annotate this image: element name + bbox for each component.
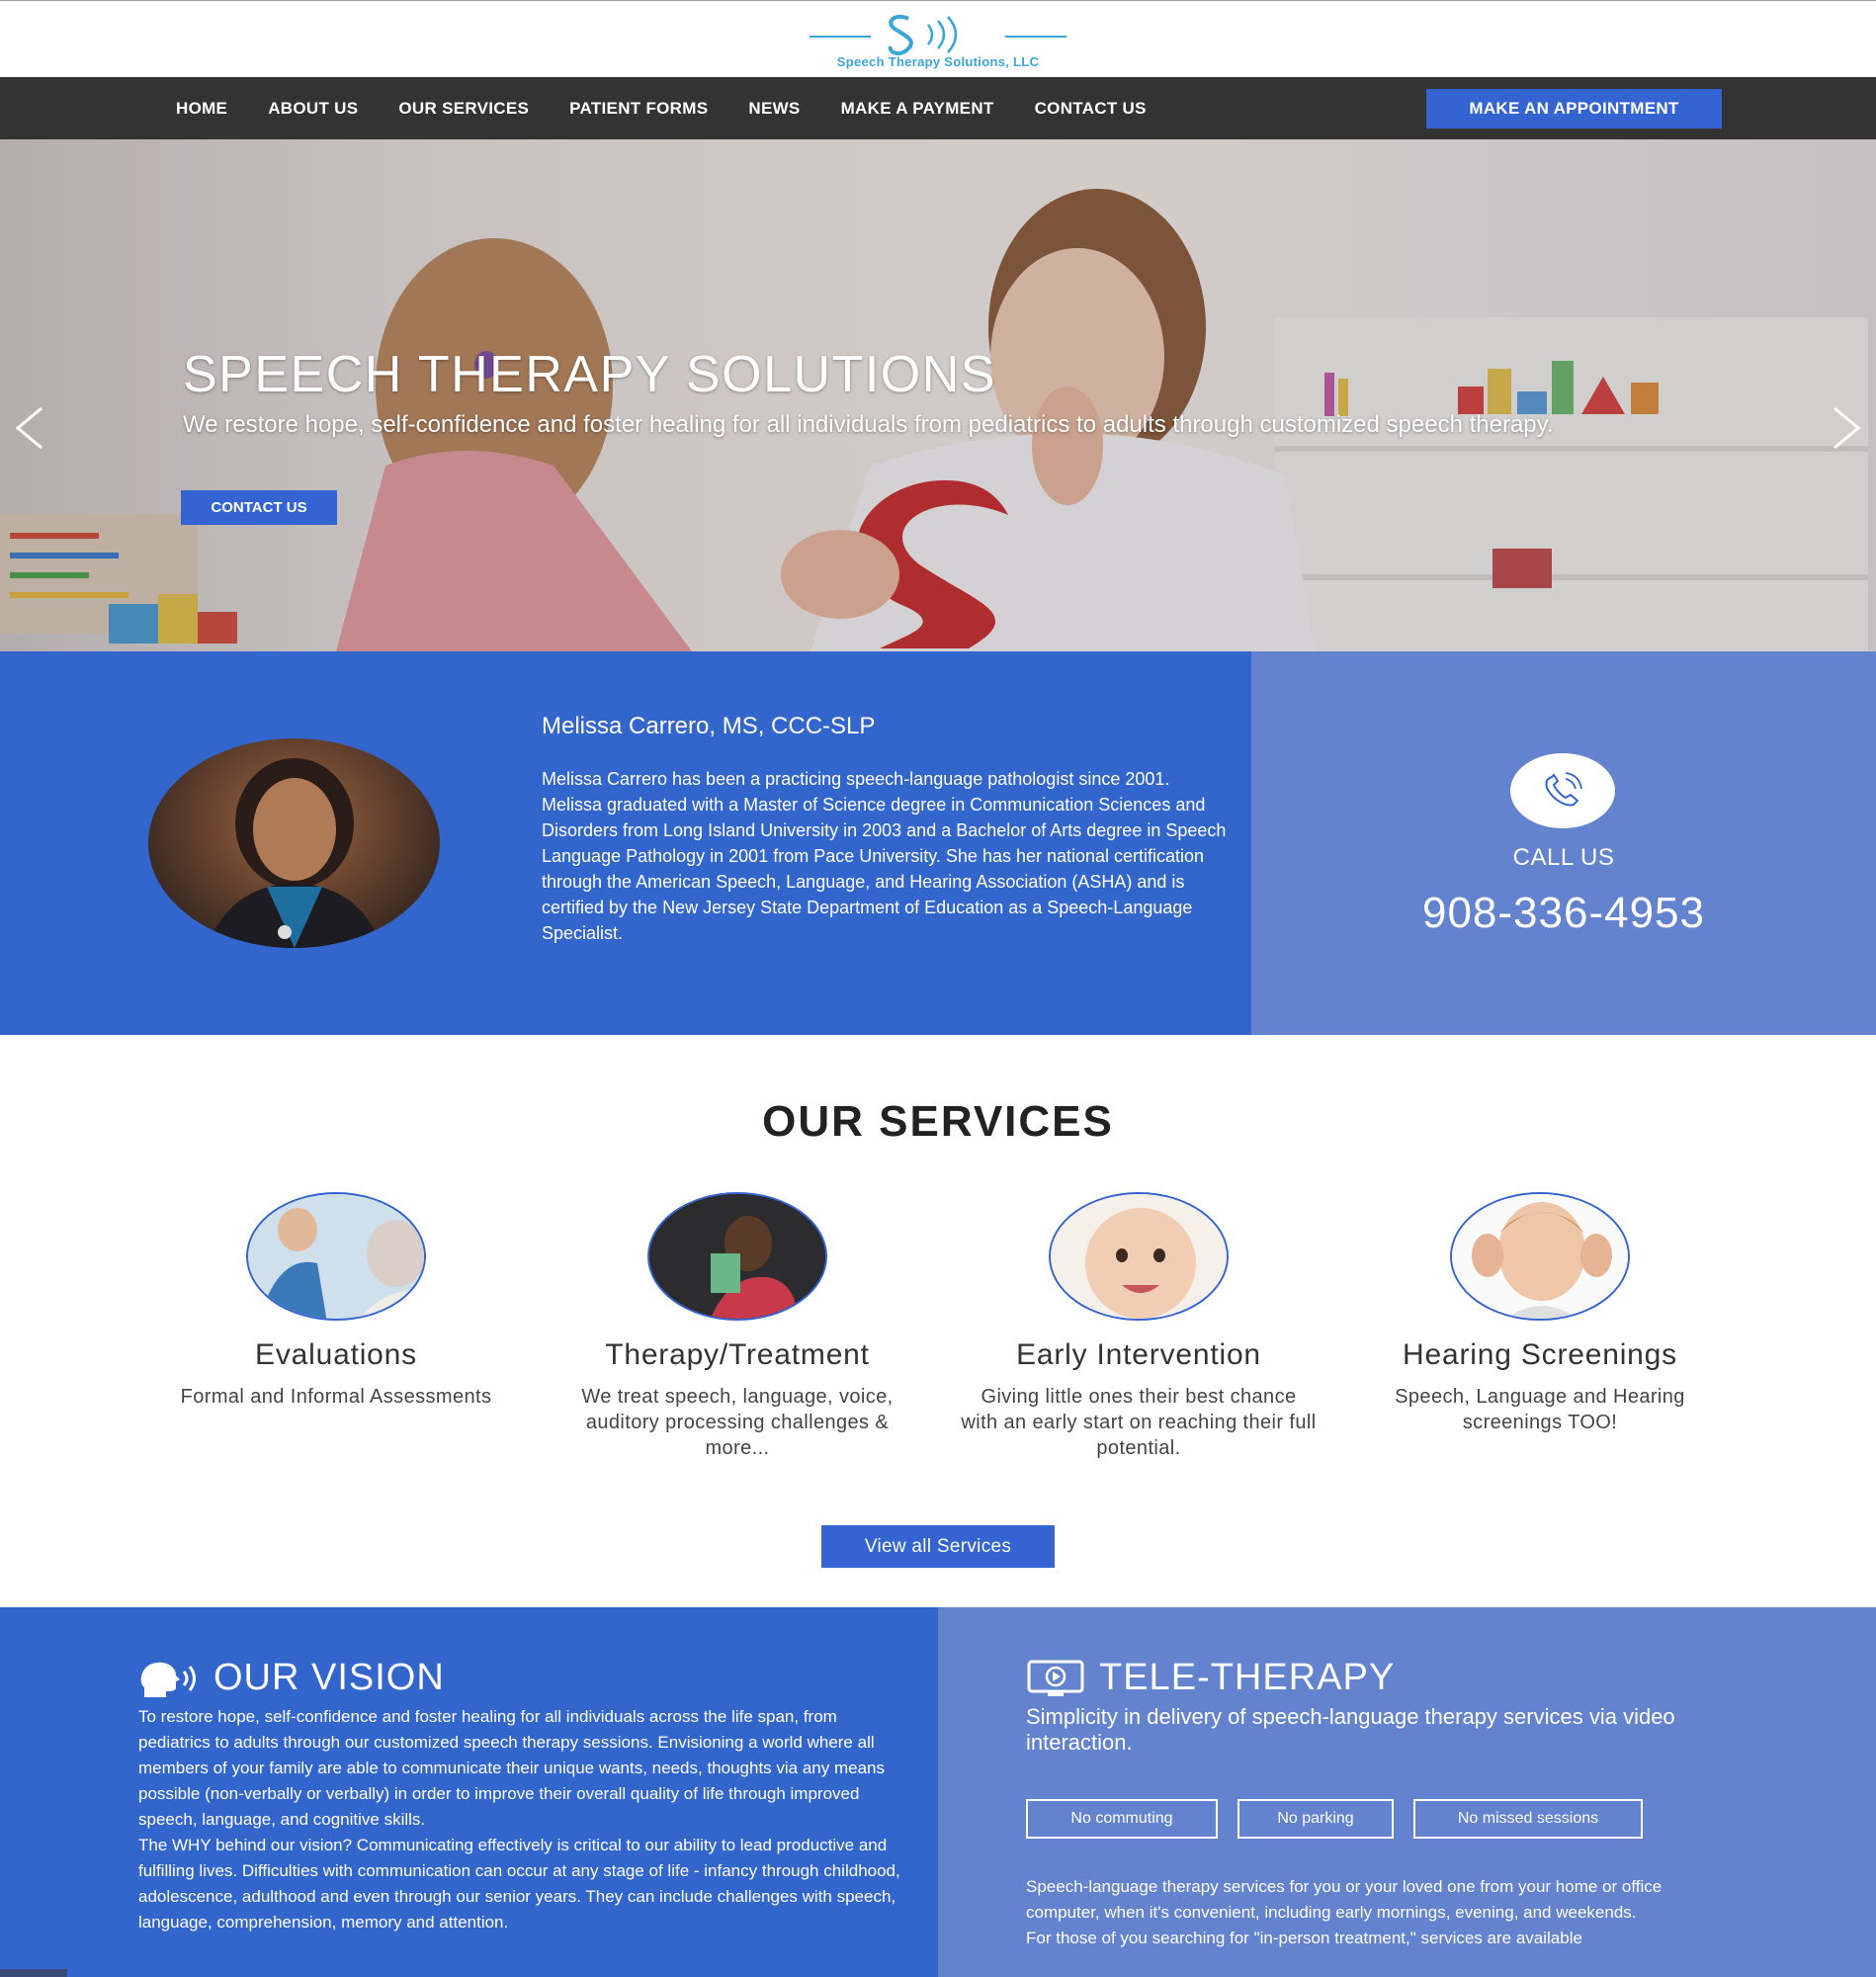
hero-slider: SPEECH THERAPY SOLUTIONS We restore hope…: [0, 139, 1876, 651]
service-card-therapy-treatment[interactable]: Therapy/Treatment We treat speech, langu…: [559, 1192, 915, 1461]
call-us-panel: CALL US 908-336-4953: [1251, 651, 1876, 1035]
make-appointment-button[interactable]: MAKE AN APPOINTMENT: [1426, 89, 1722, 129]
vision-panel: OUR VISION To restore hope, self-confide…: [0, 1607, 938, 1977]
nav-home[interactable]: HOME: [176, 99, 227, 119]
service-title: Hearing Screenings: [1403, 1338, 1677, 1371]
nav-about-us[interactable]: ABOUT US: [268, 99, 358, 119]
phone-number[interactable]: 908-336-4953: [1251, 889, 1876, 938]
video-screen-icon: [1027, 1660, 1084, 1696]
tele-title-row: TELE-THERAPY: [1026, 1657, 1395, 1699]
bio-text: Melissa Carrero has been a practicing sp…: [542, 769, 1227, 943]
services-section: OUR SERVICES Evaluations Formal and Info…: [0, 1035, 1876, 1607]
tele-text: Speech-language therapy services for you…: [1026, 1874, 1718, 1951]
service-image: [1450, 1192, 1630, 1321]
tele-benefits: No commuting No parking No missed sessio…: [1026, 1799, 1663, 1839]
chevron-right-icon[interactable]: [1827, 398, 1866, 458]
hero-subtitle: We restore hope, self-confidence and fos…: [183, 411, 1554, 438]
service-desc: Giving little ones their best chance wit…: [961, 1386, 1317, 1459]
benefit-badge: No parking: [1237, 1799, 1394, 1839]
tele-paragraph: For those of you searching for "in-perso…: [1026, 1929, 1582, 1947]
vision-paragraph: To restore hope, self-confidence and fos…: [138, 1707, 885, 1829]
tele-subtitle: Simplicity in delivery of speech-languag…: [1026, 1704, 1675, 1755]
service-desc: We treat speech, language, voice, audito…: [581, 1386, 894, 1459]
bio-name: Melissa Carrero, MS, CCC-SLP: [542, 713, 876, 739]
service-card-hearing-screenings[interactable]: Hearing Screenings Speech, Language and …: [1362, 1192, 1718, 1435]
nav-news[interactable]: NEWS: [748, 99, 800, 119]
tele-paragraph: Speech-language therapy services for you…: [1026, 1877, 1663, 1922]
nav-make-a-payment[interactable]: MAKE A PAYMENT: [841, 99, 994, 119]
main-nav: HOME ABOUT US OUR SERVICES PATIENT FORMS…: [0, 77, 1876, 139]
service-card-evaluations[interactable]: Evaluations Formal and Informal Assessme…: [158, 1192, 514, 1410]
service-image: [647, 1192, 827, 1321]
nav-patient-forms[interactable]: PATIENT FORMS: [569, 99, 708, 119]
vision-tele-section: OUR VISION To restore hope, self-confide…: [0, 1607, 1876, 1977]
service-title: Evaluations: [255, 1338, 417, 1371]
service-desc: Speech, Language and Hearing screenings …: [1395, 1386, 1685, 1433]
vision-text: To restore hope, self-confidence and fos…: [138, 1704, 909, 1935]
service-image: [246, 1192, 426, 1321]
service-desc: Formal and Informal Assessments: [180, 1386, 492, 1408]
nav-our-services[interactable]: OUR SERVICES: [398, 99, 529, 119]
phone-icon[interactable]: [1510, 753, 1615, 828]
service-title: Early Intervention: [1016, 1338, 1261, 1371]
avatar: [148, 738, 440, 948]
hero-contact-button[interactable]: CONTACT US: [181, 490, 337, 525]
tele-therapy-panel: TELE-THERAPY Simplicity in delivery of s…: [938, 1607, 1876, 1977]
hero-title: SPEECH THERAPY SOLUTIONS: [183, 346, 996, 403]
call-us-label: CALL US: [1512, 844, 1615, 871]
vision-paragraph: The WHY behind our vision? Communicating…: [138, 1836, 900, 1932]
service-image: [1049, 1192, 1229, 1321]
speaking-head-icon: [140, 1662, 196, 1697]
logo-text: Speech Therapy Solutions, LLC: [836, 54, 1040, 69]
site-header: Speech Therapy Solutions, LLC: [0, 0, 1876, 77]
services-heading: OUR SERVICES: [762, 1097, 1114, 1146]
tele-title: TELE-THERAPY: [1099, 1657, 1396, 1698]
vision-title: OUR VISION: [213, 1657, 445, 1698]
site-logo[interactable]: Speech Therapy Solutions, LLC: [810, 7, 1066, 72]
service-card-early-intervention[interactable]: Early Intervention Giving little ones th…: [961, 1192, 1317, 1461]
service-title: Therapy/Treatment: [605, 1338, 870, 1371]
chevron-left-icon[interactable]: [10, 398, 49, 458]
benefit-badge: No missed sessions: [1413, 1799, 1643, 1839]
corner-tab[interactable]: [0, 1969, 67, 1977]
bio-section: Melissa Carrero, MS, CCC-SLP Melissa Car…: [0, 651, 1876, 1035]
view-all-services-button[interactable]: View all Services: [821, 1525, 1055, 1568]
speech-s-sound-waves-icon: [810, 14, 1066, 55]
benefit-badge: No commuting: [1026, 1799, 1218, 1839]
bio-panel: Melissa Carrero, MS, CCC-SLP Melissa Car…: [0, 651, 1251, 1035]
nav-contact-us[interactable]: CONTACT US: [1035, 99, 1147, 119]
vision-title-row: OUR VISION: [138, 1657, 445, 1699]
